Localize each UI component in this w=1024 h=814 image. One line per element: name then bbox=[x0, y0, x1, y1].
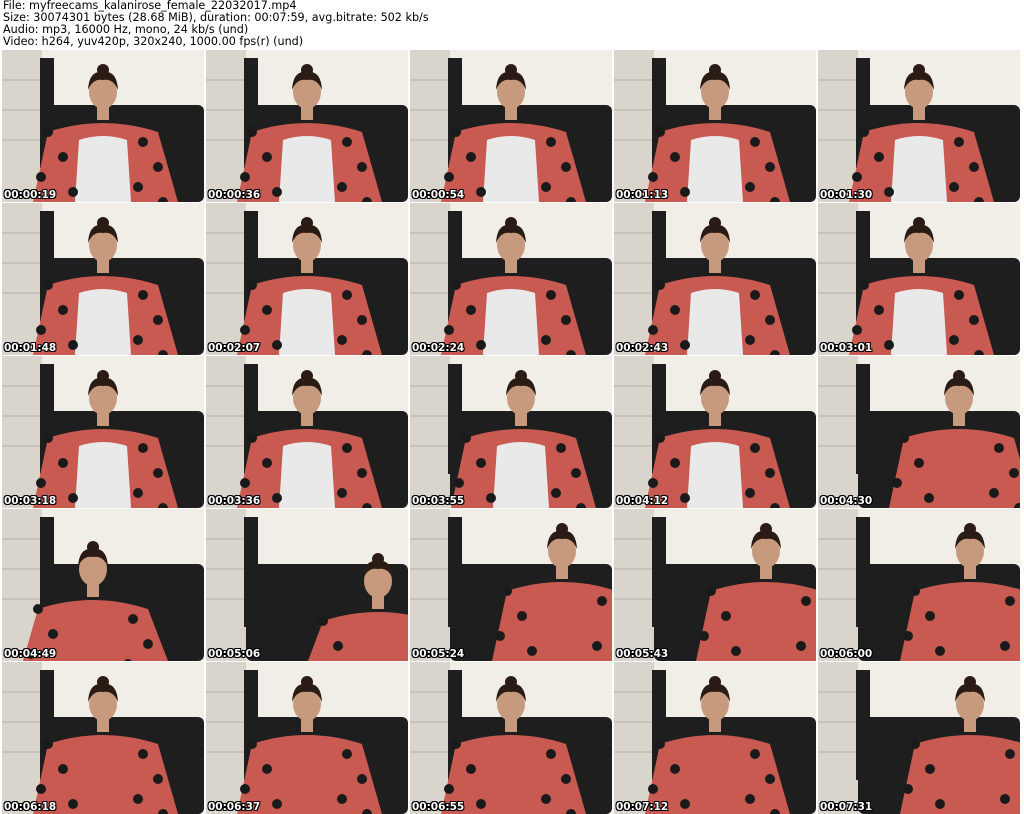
thumbnail-timestamp: 00:02:07 bbox=[208, 342, 261, 354]
video-thumbnail: 00:03:55 bbox=[410, 356, 612, 508]
thumbnail-timestamp: 00:00:54 bbox=[412, 189, 465, 201]
video-thumbnail: 00:06:00 bbox=[818, 509, 1020, 661]
thumbnail-timestamp: 00:05:06 bbox=[208, 648, 261, 660]
video-thumbnail: 00:05:06 bbox=[206, 509, 408, 661]
video-thumbnail: 00:06:18 bbox=[2, 662, 204, 814]
video-thumbnail: 00:01:30 bbox=[818, 50, 1020, 202]
thumbnail-timestamp: 00:06:00 bbox=[820, 648, 873, 660]
video-thumbnail: 00:06:55 bbox=[410, 662, 612, 814]
video-thumbnail: 00:05:43 bbox=[614, 509, 816, 661]
thumbnail-timestamp: 00:01:13 bbox=[616, 189, 669, 201]
thumbnail-timestamp: 00:03:01 bbox=[820, 342, 873, 354]
thumbnail-grid: 00:00:19 00:00:36 00:00:54 00:01:13 00:0… bbox=[2, 50, 1020, 814]
video-frame bbox=[206, 509, 408, 661]
video-frame bbox=[818, 509, 1020, 661]
video-thumbnail: 00:03:01 bbox=[818, 203, 1020, 355]
thumbnail-timestamp: 00:00:36 bbox=[208, 189, 261, 201]
video-frame bbox=[818, 662, 1020, 814]
thumbnail-timestamp: 00:03:18 bbox=[4, 495, 57, 507]
video-frame bbox=[614, 662, 816, 814]
video-thumbnail: 00:02:24 bbox=[410, 203, 612, 355]
thumbnail-timestamp: 00:03:55 bbox=[412, 495, 465, 507]
thumbnail-timestamp: 00:05:24 bbox=[412, 648, 465, 660]
thumbnail-timestamp: 00:03:36 bbox=[208, 495, 261, 507]
thumbnail-timestamp: 00:07:12 bbox=[616, 801, 669, 813]
video-thumbnail: 00:06:37 bbox=[206, 662, 408, 814]
thumbnail-timestamp: 00:06:37 bbox=[208, 801, 261, 813]
video-thumbnail: 00:00:19 bbox=[2, 50, 204, 202]
thumbnail-timestamp: 00:04:49 bbox=[4, 648, 57, 660]
video-frame bbox=[2, 356, 204, 508]
video-thumbnail: 00:07:31 bbox=[818, 662, 1020, 814]
thumbnail-timestamp: 00:01:48 bbox=[4, 342, 57, 354]
video-thumbnail: 00:01:13 bbox=[614, 50, 816, 202]
file-info-header: File: myfreecams_kalanirose_female_22032… bbox=[3, 0, 1021, 48]
thumbnail-timestamp: 00:02:24 bbox=[412, 342, 465, 354]
video-frame bbox=[410, 662, 612, 814]
video-frame bbox=[818, 203, 1020, 355]
video-frame bbox=[410, 50, 612, 202]
video-frame bbox=[206, 203, 408, 355]
thumbnail-timestamp: 00:06:18 bbox=[4, 801, 57, 813]
video-thumbnail: 00:02:07 bbox=[206, 203, 408, 355]
video-frame bbox=[614, 203, 816, 355]
thumbnail-timestamp: 00:04:12 bbox=[616, 495, 669, 507]
thumbnail-timestamp: 00:05:43 bbox=[616, 648, 669, 660]
video-frame bbox=[410, 203, 612, 355]
video-thumbnail: 00:00:36 bbox=[206, 50, 408, 202]
thumbnail-timestamp: 00:04:30 bbox=[820, 495, 873, 507]
video-frame bbox=[410, 356, 612, 508]
video-frame bbox=[410, 509, 612, 661]
thumbnail-timestamp: 00:00:19 bbox=[4, 189, 57, 201]
video-thumbnail: 00:03:18 bbox=[2, 356, 204, 508]
video-frame bbox=[614, 356, 816, 508]
video-thumbnail: 00:01:48 bbox=[2, 203, 204, 355]
thumbnail-timestamp: 00:02:43 bbox=[616, 342, 669, 354]
video-frame bbox=[206, 356, 408, 508]
video-thumbnail: 00:04:30 bbox=[818, 356, 1020, 508]
video-frame bbox=[2, 662, 204, 814]
thumbnail-timestamp: 00:01:30 bbox=[820, 189, 873, 201]
video-info-line: Video: h264, yuv420p, 320x240, 1000.00 f… bbox=[3, 35, 304, 48]
thumbnail-timestamp: 00:06:55 bbox=[412, 801, 465, 813]
video-thumbnail: 00:00:54 bbox=[410, 50, 612, 202]
video-frame bbox=[2, 509, 204, 661]
video-frame bbox=[2, 50, 204, 202]
thumbnail-timestamp: 00:07:31 bbox=[820, 801, 873, 813]
video-thumbnail: 00:03:36 bbox=[206, 356, 408, 508]
video-frame bbox=[614, 509, 816, 661]
video-thumbnail: 00:02:43 bbox=[614, 203, 816, 355]
video-frame bbox=[206, 662, 408, 814]
video-thumbnail: 00:07:12 bbox=[614, 662, 816, 814]
video-frame bbox=[614, 50, 816, 202]
contact-sheet: File: myfreecams_kalanirose_female_22032… bbox=[0, 0, 1024, 814]
video-thumbnail: 00:05:24 bbox=[410, 509, 612, 661]
video-frame bbox=[818, 50, 1020, 202]
video-thumbnail: 00:04:12 bbox=[614, 356, 816, 508]
video-frame bbox=[818, 356, 1020, 508]
video-frame bbox=[206, 50, 408, 202]
video-frame bbox=[2, 203, 204, 355]
video-thumbnail: 00:04:49 bbox=[2, 509, 204, 661]
